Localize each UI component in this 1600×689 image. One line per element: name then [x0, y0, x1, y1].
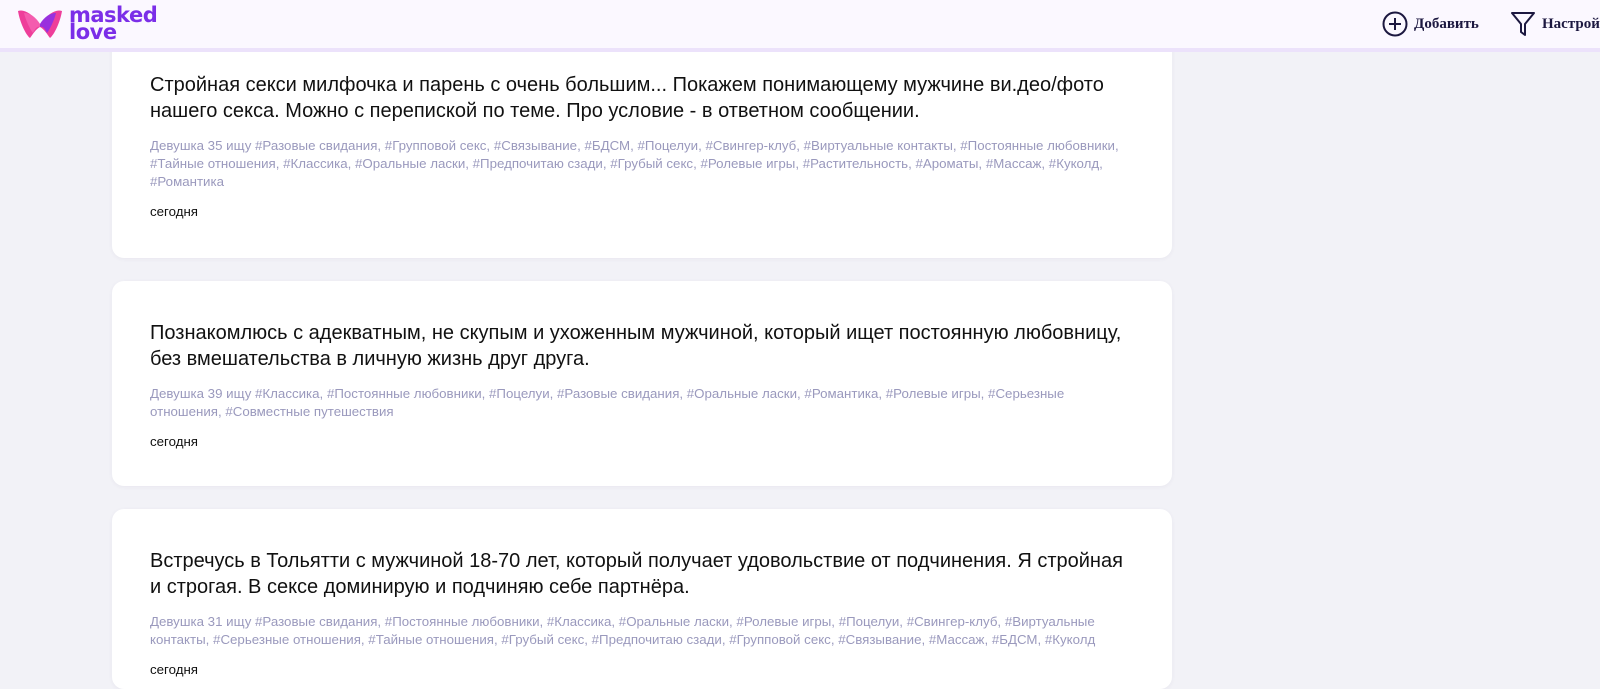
ad-title[interactable]: Познакомлюсь с адекватным, не скупым и у… [150, 320, 1134, 372]
ad-title[interactable]: Стройная секси милфочка и парень с очень… [150, 72, 1134, 124]
ad-title[interactable]: Встречусь в Тольятти с мужчиной 18-70 ле… [150, 548, 1134, 600]
settings-button[interactable]: Настрой [1510, 0, 1600, 48]
filter-icon [1511, 12, 1535, 36]
logo-text: masked love [69, 5, 158, 43]
ad-tags: Девушка 39 ищу #Классика, #Постоянные лю… [150, 386, 1065, 419]
ad-date: сегодня [150, 204, 199, 219]
add-button[interactable]: Добавить [1382, 0, 1479, 48]
ad-card[interactable]: Познакомлюсь с адекватным, не скупым и у… [112, 281, 1172, 486]
mask-logo-icon [18, 10, 62, 38]
ad-date: сегодня [150, 662, 199, 677]
settings-button-label: Настрой [1542, 15, 1600, 32]
top-header: masked love Добавить Настрой [0, 0, 1600, 52]
ad-tags: Девушка 35 ищу #Разовые свидания, #Групп… [150, 138, 1119, 189]
site-logo[interactable]: masked love [16, 4, 158, 44]
add-button-label: Добавить [1414, 15, 1479, 32]
ad-date: сегодня [150, 434, 199, 449]
ad-card[interactable]: Встречусь в Тольятти с мужчиной 18-70 ле… [112, 509, 1172, 689]
ad-tags: Девушка 31 ищу #Разовые свидания, #Посто… [150, 614, 1096, 647]
plus-circle-icon [1382, 11, 1408, 37]
